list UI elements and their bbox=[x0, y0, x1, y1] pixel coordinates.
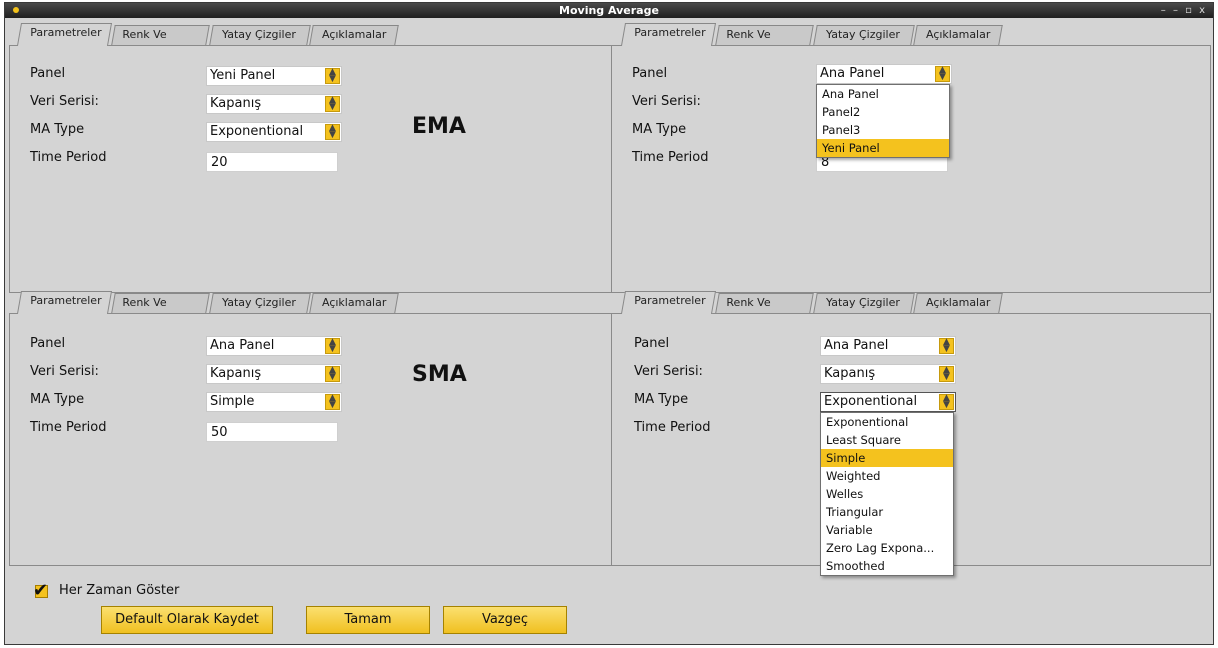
dropdown-option[interactable]: Welles bbox=[821, 485, 953, 503]
tab-aciklamalar[interactable]: Açıklamalar bbox=[309, 25, 399, 45]
ma-type-dropdown-list[interactable]: Exponentional Least Square Simple Weight… bbox=[820, 412, 954, 576]
panel-select[interactable]: Yeni Panel ▲ ▼ bbox=[206, 66, 342, 86]
tab-yatay-cizgiler[interactable]: Yatay Çizgiler bbox=[813, 293, 915, 313]
chevron-updown-icon: ▲ ▼ bbox=[325, 366, 340, 382]
dropdown-option[interactable]: Ana Panel bbox=[817, 85, 949, 103]
label-veri-serisi: Veri Serisi: bbox=[30, 364, 99, 379]
quadrant-top-right: Parametreler Renk Ve Çizim Yatay Çizgile… bbox=[611, 23, 1211, 293]
quadrant-sma: Parametreler Renk Ve Çizim Yatay Çizgile… bbox=[9, 291, 613, 566]
veri-serisi-select[interactable]: Kapanış ▲ ▼ bbox=[206, 94, 342, 114]
chevron-updown-icon: ▲ ▼ bbox=[939, 338, 954, 354]
label-panel: Panel bbox=[632, 66, 668, 81]
dropdown-option[interactable]: Weighted bbox=[821, 467, 953, 485]
default-save-button[interactable]: Default Olarak Kaydet bbox=[101, 606, 273, 634]
dropdown-option-selected[interactable]: Yeni Panel bbox=[817, 139, 949, 157]
parameters-panel: Panel Veri Serisi: MA Type Time Period Y… bbox=[9, 45, 613, 293]
title-bar: Moving Average – – ▫ x bbox=[5, 3, 1213, 18]
tab-parametreler[interactable]: Parametreler bbox=[620, 23, 717, 46]
chevron-updown-icon: ▲ ▼ bbox=[325, 124, 340, 140]
label-time-period: Time Period bbox=[634, 420, 711, 435]
ma-type-select[interactable]: Exponentional ▲ ▼ bbox=[820, 392, 956, 412]
tab-strip: Parametreler Renk Ve Çizim Yatay Çizgile… bbox=[611, 291, 1211, 327]
chevron-updown-icon: ▲ ▼ bbox=[939, 366, 954, 382]
tab-renk-ve-cizim[interactable]: Renk Ve Çizim bbox=[715, 293, 814, 327]
ma-type-select[interactable]: Simple ▲ ▼ bbox=[206, 392, 342, 412]
tab-yatay-cizgiler[interactable]: Yatay Çizgiler bbox=[813, 25, 915, 45]
dropdown-option[interactable]: Zero Lag Expona... bbox=[821, 539, 953, 557]
tab-yatay-cizgiler[interactable]: Yatay Çizgiler bbox=[209, 25, 311, 45]
quadrant-ema: Parametreler Renk Ve Çizim Yatay Çizgile… bbox=[9, 23, 613, 293]
ma-type-select[interactable]: Exponentional ▲ ▼ bbox=[206, 122, 342, 142]
label-time-period: Time Period bbox=[30, 420, 107, 435]
dropdown-option[interactable]: Exponentional bbox=[821, 413, 953, 431]
tab-renk-ve-cizim[interactable]: Renk Ve Çizim bbox=[111, 25, 210, 59]
label-panel: Panel bbox=[30, 336, 66, 351]
label-ma-type: MA Type bbox=[634, 392, 689, 407]
veri-serisi-select[interactable]: Kapanış ▲ ▼ bbox=[206, 364, 342, 384]
dropdown-option[interactable]: Variable bbox=[821, 521, 953, 539]
tab-yatay-cizgiler[interactable]: Yatay Çizgiler bbox=[209, 293, 311, 313]
tab-strip: Parametreler Renk Ve Çizim Yatay Çizgile… bbox=[9, 291, 613, 327]
dropdown-option[interactable]: Panel2 bbox=[817, 103, 949, 121]
label-panel: Panel bbox=[30, 66, 66, 81]
chevron-updown-icon: ▲ ▼ bbox=[935, 66, 950, 82]
chevron-updown-icon: ▲ ▼ bbox=[325, 68, 340, 84]
dropdown-option[interactable]: Smoothed bbox=[821, 557, 953, 575]
chevron-updown-icon: ▲ ▼ bbox=[325, 96, 340, 112]
label-time-period: Time Period bbox=[30, 150, 107, 165]
window-icon bbox=[13, 7, 19, 13]
chevron-updown-icon: ▲ ▼ bbox=[325, 338, 340, 354]
always-show-label: Her Zaman Göster bbox=[59, 583, 180, 598]
parameters-panel: Panel Veri Serisi: MA Type Time Period A… bbox=[9, 313, 613, 566]
parameters-panel: Panel Veri Serisi: MA Type Time Period A… bbox=[611, 45, 1211, 293]
label-time-period: Time Period bbox=[632, 150, 709, 165]
time-period-input[interactable]: 50 bbox=[206, 422, 338, 442]
tab-aciklamalar[interactable]: Açıklamalar bbox=[913, 293, 1003, 313]
quadrant-bottom-right: Parametreler Renk Ve Çizim Yatay Çizgile… bbox=[611, 291, 1211, 576]
panel-select[interactable]: Ana Panel ▲ ▼ bbox=[206, 336, 342, 356]
label-veri-serisi: Veri Serisi: bbox=[30, 94, 99, 109]
label-veri-serisi: Veri Serisi: bbox=[634, 364, 703, 379]
window-controls[interactable]: – – ▫ x bbox=[1161, 3, 1207, 18]
parameters-panel: Panel Veri Serisi: MA Type Time Period A… bbox=[611, 313, 1211, 576]
ok-button[interactable]: Tamam bbox=[306, 606, 430, 634]
veri-serisi-select[interactable]: Kapanış ▲ ▼ bbox=[820, 364, 956, 384]
sma-label: SMA bbox=[412, 362, 467, 387]
label-panel: Panel bbox=[634, 336, 670, 351]
panel-dropdown-list[interactable]: Ana Panel Panel2 Panel3 Yeni Panel bbox=[816, 84, 950, 158]
dropdown-option[interactable]: Panel3 bbox=[817, 121, 949, 139]
tab-aciklamalar[interactable]: Açıklamalar bbox=[309, 293, 399, 313]
checkmark-icon: ✔ bbox=[33, 580, 49, 601]
label-ma-type: MA Type bbox=[30, 122, 85, 137]
chevron-updown-icon: ▲ ▼ bbox=[939, 394, 954, 410]
panel-select[interactable]: Ana Panel ▲ ▼ bbox=[820, 336, 956, 356]
dropdown-option[interactable]: Triangular bbox=[821, 503, 953, 521]
chevron-updown-icon: ▲ ▼ bbox=[325, 394, 340, 410]
tab-aciklamalar[interactable]: Açıklamalar bbox=[913, 25, 1003, 45]
tab-strip: Parametreler Renk Ve Çizim Yatay Çizgile… bbox=[611, 23, 1211, 59]
dropdown-option[interactable]: Least Square bbox=[821, 431, 953, 449]
panel-select[interactable]: Ana Panel ▲ ▼ bbox=[816, 64, 952, 84]
label-veri-serisi: Veri Serisi: bbox=[632, 94, 701, 109]
cancel-button[interactable]: Vazgeç bbox=[443, 606, 567, 634]
tab-renk-ve-cizim[interactable]: Renk Ve Çizim bbox=[111, 293, 210, 327]
label-ma-type: MA Type bbox=[632, 122, 687, 137]
tab-parametreler[interactable]: Parametreler bbox=[16, 291, 113, 314]
tab-parametreler[interactable]: Parametreler bbox=[16, 23, 113, 46]
tab-renk-ve-cizim[interactable]: Renk Ve Çizim bbox=[715, 25, 814, 59]
tab-parametreler[interactable]: Parametreler bbox=[620, 291, 717, 314]
ema-label: EMA bbox=[412, 114, 466, 139]
label-ma-type: MA Type bbox=[30, 392, 85, 407]
time-period-input[interactable]: 20 bbox=[206, 152, 338, 172]
dropdown-option-selected[interactable]: Simple bbox=[821, 449, 953, 467]
moving-average-window: Moving Average – – ▫ x Parametreler Renk… bbox=[4, 2, 1214, 645]
window-title: Moving Average bbox=[559, 4, 659, 17]
tab-strip: Parametreler Renk Ve Çizim Yatay Çizgile… bbox=[9, 23, 613, 59]
